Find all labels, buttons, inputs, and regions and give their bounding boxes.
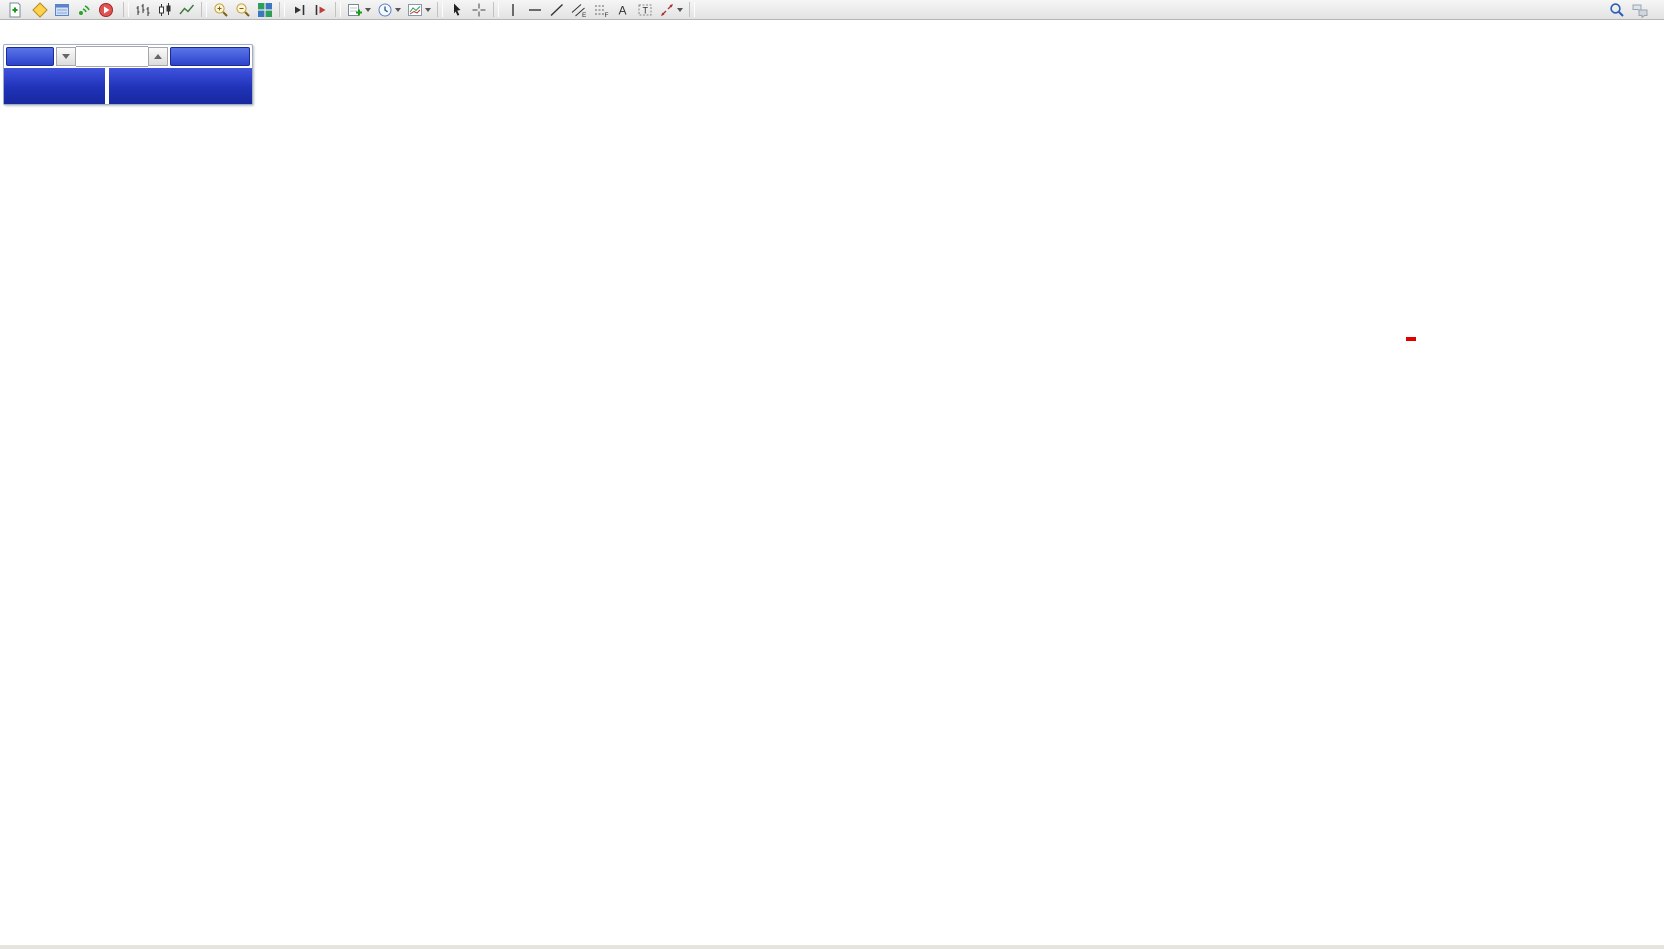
triangle-up-icon bbox=[154, 54, 162, 59]
volume-increase-button[interactable] bbox=[148, 47, 168, 66]
window-bottom-edge bbox=[0, 945, 1664, 949]
volume-stepper bbox=[56, 47, 168, 66]
chart-title bbox=[6, 23, 16, 35]
price-tag-annotation[interactable] bbox=[1406, 337, 1416, 341]
sell-button[interactable] bbox=[6, 47, 54, 66]
triangle-down-icon bbox=[62, 54, 70, 59]
sell-price[interactable] bbox=[4, 68, 105, 104]
volume-decrease-button[interactable] bbox=[56, 47, 76, 66]
mt4-window: E F A T bbox=[0, 0, 1664, 949]
buy-button[interactable] bbox=[170, 47, 250, 66]
one-click-trading-panel bbox=[3, 44, 253, 105]
chart-canvas[interactable] bbox=[0, 0, 1664, 949]
buy-price[interactable] bbox=[109, 68, 252, 104]
volume-input[interactable] bbox=[76, 46, 148, 67]
